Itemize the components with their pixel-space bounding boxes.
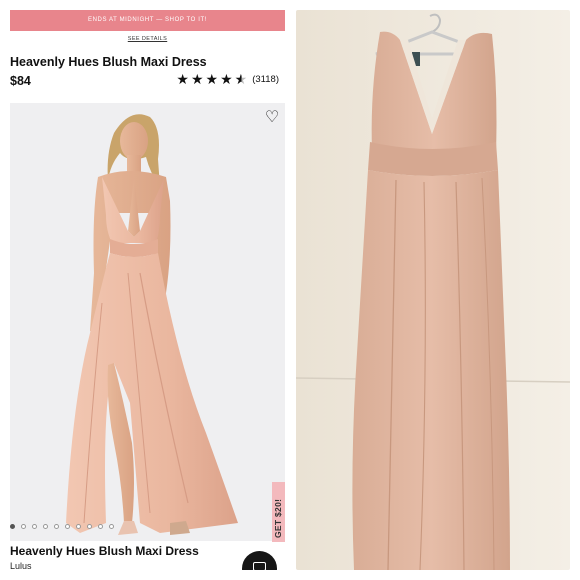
recommendation-title[interactable]: Heavenly Hues Blush Maxi Dress	[10, 544, 199, 558]
gallery-dot[interactable]	[76, 524, 81, 529]
gallery-dot[interactable]	[109, 524, 114, 529]
star-icon: ★	[176, 71, 189, 87]
product-photo[interactable]: ♡	[10, 103, 285, 541]
see-details-link[interactable]: SEE DETAILS	[10, 36, 285, 42]
gallery-dot[interactable]	[10, 524, 15, 529]
star-icon: ★	[205, 71, 219, 87]
gallery-dot[interactable]	[43, 524, 48, 529]
promo-banner[interactable]: ENDS AT MIDNIGHT — SHOP TO IT!	[10, 10, 285, 31]
dress-on-hanger-image	[296, 10, 570, 570]
gallery-dot[interactable]	[54, 524, 59, 529]
model-wearing-dress-image	[10, 103, 285, 541]
product-rating[interactable]: ★ ★ ★ ★ ★ (3118)	[176, 72, 279, 86]
half-star-icon: ★	[234, 71, 248, 87]
product-page-screenshot: ENDS AT MIDNIGHT — SHOP TO IT! SEE DETAI…	[10, 10, 285, 570]
gallery-pagination[interactable]	[10, 524, 120, 529]
get-20-label: GET $20!	[273, 498, 283, 538]
product-title: Heavenly Hues Blush Maxi Dress	[10, 55, 207, 69]
star-icon: ★	[190, 71, 204, 87]
heart-icon[interactable]: ♡	[263, 109, 281, 127]
chat-icon[interactable]	[242, 551, 277, 570]
recommendation-brand: Lulus	[10, 561, 32, 570]
gallery-dot[interactable]	[65, 524, 70, 529]
review-count[interactable]: (3118)	[252, 74, 279, 85]
star-icon: ★	[220, 71, 233, 87]
gallery-dot[interactable]	[21, 524, 26, 529]
get-20-tab[interactable]: GET $20!	[272, 482, 285, 542]
gallery-dot[interactable]	[87, 524, 92, 529]
dress-on-hanger-photo	[296, 10, 570, 570]
gallery-dot[interactable]	[98, 524, 103, 529]
product-price: $84	[10, 74, 31, 88]
gallery-dot[interactable]	[32, 524, 37, 529]
